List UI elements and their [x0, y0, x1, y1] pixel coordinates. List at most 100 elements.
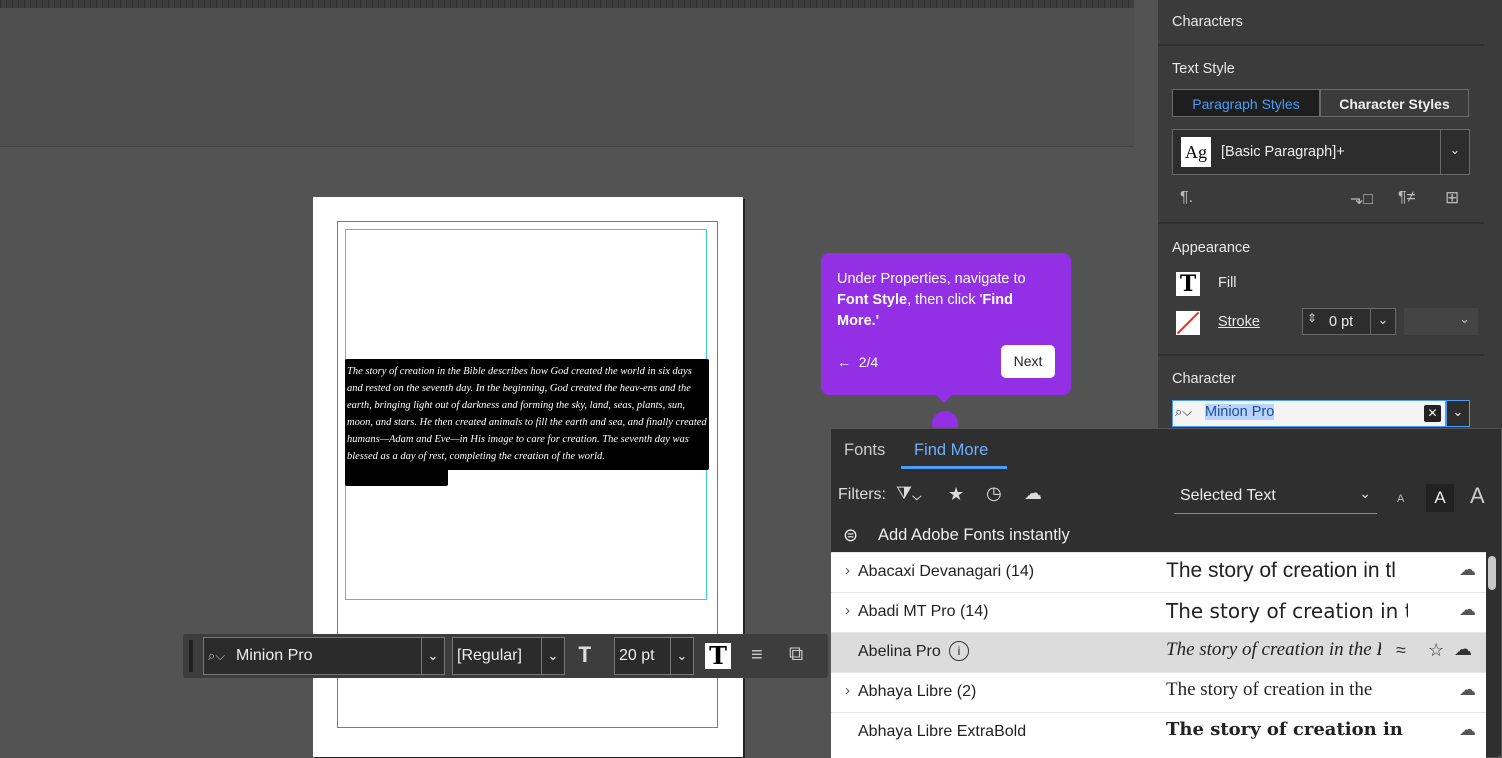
font-popup-tabs: Fonts Find More	[831, 429, 1501, 471]
recent-clock-icon[interactable]: ◷	[986, 483, 1002, 504]
chevron-down-icon[interactable]: ⌄	[1440, 130, 1469, 174]
font-name: Abhaya Libre (2)	[858, 683, 977, 700]
coach-mark-pointer	[935, 394, 953, 403]
fill-label: Fill	[1218, 275, 1237, 291]
font-size-icon: 𝐓	[578, 643, 592, 667]
step-count: 2/4	[858, 354, 879, 370]
clear-icon[interactable]: ✕	[1424, 405, 1441, 422]
font-sample: The story of creation in the	[1166, 719, 1408, 740]
new-style-icon[interactable]: ⊞	[1445, 188, 1459, 208]
coach-mark-message: Under Properties, navigate to Font Style…	[837, 269, 1057, 332]
contextual-task-bar: ⌕⌵ Minion Pro ⌄ [Regular] ⌄ 𝐓 20 pt ⌄ T …	[183, 634, 828, 678]
similar-fonts-icon[interactable]: ≈	[1396, 640, 1406, 661]
font-sample: The story of creation in tl	[1166, 559, 1396, 582]
cloud-icon[interactable]: ☁	[1459, 680, 1476, 700]
tab-paragraph-styles[interactable]: Paragraph Styles	[1172, 89, 1320, 117]
text-fill-icon[interactable]: T	[705, 643, 731, 669]
favorite-star-icon[interactable]: ☆	[1428, 640, 1444, 661]
story-text-content: The story of creation in the Bible descr…	[347, 366, 707, 462]
font-search-value: Minion Pro	[1205, 404, 1275, 420]
tab-fonts[interactable]: Fonts	[844, 441, 885, 460]
tab-find-more[interactable]: Find More	[914, 441, 988, 460]
font-size-value: 20 pt	[619, 647, 655, 664]
font-row[interactable]: › Abacaxi Devanagari (14) The story of c…	[831, 552, 1486, 592]
small-preview-size[interactable]: A	[1397, 493, 1404, 505]
stroke-type-dropdown[interactable]: ⌄	[1404, 308, 1478, 335]
chevron-down-icon[interactable]: ⌄	[1370, 309, 1395, 334]
selected-style-name: [Basic Paragraph]+	[1221, 144, 1345, 160]
clear-overrides-icon[interactable]: ¶≠	[1398, 189, 1415, 207]
appearance-heading: Appearance	[1172, 240, 1251, 256]
characters-heading: Characters	[1172, 14, 1243, 30]
selected-story-text[interactable]: The story of creation in the Bible descr…	[345, 359, 709, 486]
add-adobe-fonts-label[interactable]: Add Adobe Fonts instantly	[878, 526, 1070, 545]
font-row[interactable]: › Abhaya Libre (2) The story of creation…	[831, 672, 1486, 712]
creative-cloud-icon: ⊜	[843, 525, 859, 545]
chevron-down-icon: ⌄	[1359, 485, 1371, 501]
info-icon[interactable]: i	[949, 641, 969, 661]
divider	[1158, 44, 1484, 46]
font-sample: The story of creation in the	[1166, 679, 1373, 700]
coach-mark-tooltip: Under Properties, navigate to Font Style…	[821, 253, 1071, 395]
paragraph-style-dropdown[interactable]: Ag [Basic Paragraph]+ ⌄	[1172, 129, 1470, 175]
expand-chevron-icon[interactable]: ›	[845, 562, 850, 579]
style-preview: Ag	[1181, 137, 1211, 167]
filters-label: Filters:	[838, 486, 886, 503]
font-sample: The story of creation in the B	[1166, 639, 1381, 660]
font-name: Abelina Pro	[858, 643, 941, 660]
preview-text-select[interactable]: Selected Text ⌄	[1174, 485, 1377, 514]
coach-msg-text: , then click '	[907, 292, 983, 308]
scrollbar-thumb[interactable]	[1488, 556, 1496, 590]
drag-handle[interactable]	[189, 640, 193, 672]
chevron-down-icon[interactable]: ⌄	[1446, 400, 1470, 427]
font-search-input[interactable]: ⌕⌵ Minion Pro ✕	[1172, 400, 1446, 427]
tab-character-styles[interactable]: Character Styles	[1320, 89, 1469, 117]
stepper-icon[interactable]: ⇕	[1307, 311, 1317, 325]
pasteboard-upper	[0, 8, 1134, 147]
chevron-down-icon[interactable]: ⌄	[670, 638, 693, 674]
font-name: Abacaxi Devanagari (14)	[858, 563, 1035, 580]
character-heading: Character	[1172, 371, 1236, 387]
font-size-field[interactable]: 20 pt ⌄	[614, 637, 694, 675]
font-list-scrollbar[interactable]	[1486, 552, 1498, 757]
font-row[interactable]: › Abadi MT Pro (14) The story of creatio…	[831, 592, 1486, 632]
coach-msg-bold-font-style: Font Style	[837, 292, 908, 308]
chevron-down-icon[interactable]: ⌄	[1459, 311, 1470, 327]
cloud-check-icon[interactable]: ☁	[1024, 483, 1042, 504]
medium-preview-size[interactable]: A	[1426, 484, 1454, 512]
expand-chevron-icon[interactable]: ›	[845, 682, 850, 699]
text-style-heading: Text Style	[1172, 61, 1235, 77]
stroke-weight-field[interactable]: ⇕ 0 pt ⌄	[1302, 308, 1396, 335]
divider	[1158, 354, 1484, 356]
font-row[interactable]: Abhaya Libre ExtraBold The story of crea…	[831, 712, 1486, 758]
filter-icon[interactable]: ⧩⌄	[896, 483, 922, 504]
font-style-field[interactable]: [Regular] ⌄	[452, 637, 565, 675]
cloud-download-icon[interactable]: ☁	[1454, 639, 1472, 660]
coach-msg-text: Under Properties, navigate to	[837, 271, 1026, 287]
chevron-down-icon[interactable]: ⌄	[421, 638, 444, 674]
next-button[interactable]: Next	[1001, 345, 1055, 378]
paragraph-mark-icon[interactable]: ¶.	[1180, 189, 1193, 207]
font-row-selected[interactable]: Abelina Pro i The story of creation in t…	[831, 632, 1486, 672]
fill-swatch-icon[interactable]: T	[1176, 272, 1200, 296]
coach-step-indicator: ← 2/4	[837, 354, 878, 370]
more-options-icon[interactable]: ⧉	[789, 643, 803, 666]
font-sample: The story of creation in th	[1166, 599, 1408, 623]
expand-chevron-icon[interactable]: ›	[845, 602, 850, 619]
stroke-label[interactable]: Stroke	[1218, 314, 1260, 330]
star-icon[interactable]: ★	[948, 484, 964, 505]
cloud-icon[interactable]: ☁	[1459, 600, 1476, 620]
back-arrow-icon[interactable]: ←	[837, 354, 851, 370]
coach-msg-quote: '	[875, 313, 880, 329]
top-ruler	[0, 0, 1134, 8]
align-left-icon[interactable]: ≡	[751, 644, 763, 667]
cloud-icon[interactable]: ☁	[1459, 720, 1476, 740]
large-preview-size[interactable]: A	[1470, 483, 1485, 509]
load-styles-icon[interactable]: ⬎□	[1350, 189, 1373, 209]
font-name: Abhaya Libre ExtraBold	[858, 723, 1027, 740]
preview-text-value: Selected Text	[1180, 487, 1276, 504]
cloud-icon[interactable]: ☁	[1459, 560, 1476, 580]
chevron-down-icon[interactable]: ⌄	[541, 638, 564, 674]
stroke-none-swatch-icon[interactable]	[1176, 311, 1200, 335]
font-family-field[interactable]: ⌕⌵ Minion Pro ⌄	[203, 637, 445, 675]
